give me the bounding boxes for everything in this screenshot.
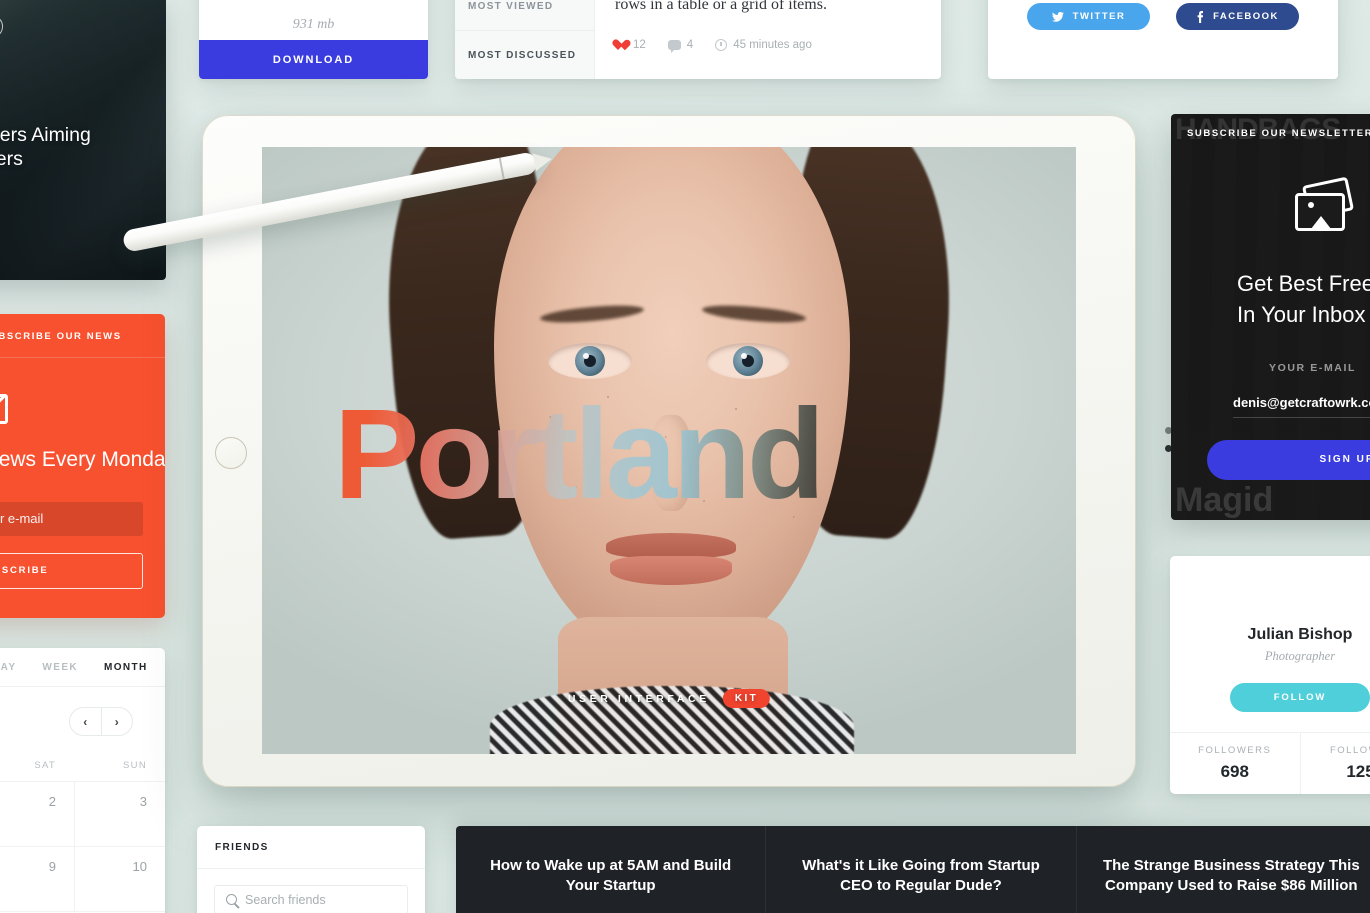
news-card-title: Get Best News Every Monday bbox=[0, 448, 165, 471]
facebook-icon bbox=[1197, 10, 1204, 23]
calendar-dow-sun: SUN bbox=[123, 760, 147, 771]
calendar-day-cell[interactable]: 10 bbox=[74, 846, 165, 911]
article-list-card: MOST VIEWED MOST DISCUSSED rows in a tab… bbox=[455, 0, 941, 79]
download-card: 931 mb DOWNLOAD bbox=[199, 0, 428, 79]
article-headline: Millions of Teachers Aiming Millionaire … bbox=[0, 124, 91, 170]
filter-most-viewed[interactable]: MOST VIEWED bbox=[455, 0, 594, 30]
profile-name: Julian Bishop bbox=[1247, 626, 1353, 643]
timestamp: 45 minutes ago bbox=[733, 39, 812, 51]
stat-followers[interactable]: FOLLOWERS 698 bbox=[1170, 733, 1300, 794]
featured-articles-strip: How to Wake up at 5AM and Build Your Sta… bbox=[456, 826, 1370, 913]
stat-following[interactable]: FOLLOWING 1256 bbox=[1299, 733, 1370, 794]
calendar-tab-day[interactable]: DAY bbox=[0, 662, 16, 673]
heart-icon bbox=[615, 40, 627, 51]
twitter-icon bbox=[1051, 11, 1064, 22]
friends-search-placeholder: Search friends bbox=[245, 892, 326, 907]
calendar-day-cell[interactable]: 2 bbox=[0, 781, 74, 846]
twitter-share-button[interactable]: TWITTER bbox=[1027, 3, 1150, 30]
kit-badge: KIT bbox=[722, 689, 771, 708]
calendar-day-cell[interactable]: 9 bbox=[0, 846, 74, 911]
signup-button[interactable]: SIGN UP bbox=[1207, 439, 1370, 480]
newsletter-title-line1: Get Best Free Images bbox=[1237, 271, 1370, 296]
comment-count: 4 bbox=[686, 39, 694, 51]
newsletter-email-input[interactable]: denis@getcraftowrk.com bbox=[1233, 388, 1370, 418]
calendar-prev-button[interactable]: ‹ bbox=[70, 708, 102, 735]
subscribe-button[interactable]: SUBSCRIBE bbox=[0, 552, 143, 589]
background-word-bottom: Magid bbox=[1175, 481, 1274, 519]
download-button[interactable]: DOWNLOAD bbox=[199, 40, 428, 79]
like-count: 12 bbox=[633, 39, 646, 51]
follow-button[interactable]: FOLLOW bbox=[1230, 683, 1370, 712]
facebook-share-button[interactable]: FACEBOOK bbox=[1176, 3, 1299, 30]
profile-role: Photographer bbox=[1264, 649, 1336, 663]
newsletter-subscribe-card: SUBSCRIBE OUR NEWS Get Best News Every M… bbox=[0, 314, 165, 618]
dashboard-canvas: MANAGEMENT Millions of Teachers Aiming M… bbox=[0, 0, 1370, 913]
friends-card: FRIENDS Search friends bbox=[197, 826, 425, 913]
calendar-range-tabs: DAY WEEK MONTH YEAR bbox=[0, 648, 165, 687]
calendar-day-headers: FRI SAT SUN bbox=[0, 760, 165, 771]
article-excerpt: rows in a table or a grid of items. bbox=[615, 0, 827, 13]
calendar-next-button[interactable]: › bbox=[102, 708, 133, 735]
clock-icon bbox=[715, 39, 728, 51]
calendar-card: DAY WEEK MONTH YEAR ‹ › FRI SAT SUN 1 2 … bbox=[0, 648, 165, 913]
comment-bubble-icon bbox=[667, 40, 681, 53]
article-filter-list: MOST VIEWED MOST DISCUSSED bbox=[455, 0, 595, 79]
tablet-screen[interactable]: Portland USER INTERFACE KIT bbox=[262, 147, 1076, 754]
calendar-nav: ‹ › bbox=[69, 707, 133, 736]
article-tile[interactable]: What's it Like Going from Startup CEO to… bbox=[766, 826, 1077, 913]
article-tile-title: The Strange Business Strategy This Compa… bbox=[1102, 857, 1360, 895]
news-card-header: SUBSCRIBE OUR NEWS bbox=[0, 314, 165, 358]
file-size-label: 931 mb bbox=[292, 17, 335, 32]
newsletter-header: SUBSCRIBE OUR NEWSLETTERS bbox=[1187, 128, 1370, 139]
article-meta-row: 12 4 45 minutes ago bbox=[615, 39, 921, 53]
images-icon bbox=[1293, 176, 1355, 235]
email-field-label: YOUR E-MAIL bbox=[1269, 361, 1357, 374]
friends-search-field[interactable]: Search friends bbox=[214, 885, 408, 913]
kit-prefix-text: USER INTERFACE bbox=[567, 692, 710, 705]
article-tile[interactable]: How to Wake up at 5AM and Build Your Sta… bbox=[456, 826, 767, 913]
calendar-day-cell[interactable]: 3 bbox=[74, 781, 165, 846]
tablet-device-mockup: Portland USER INTERFACE KIT bbox=[121, 115, 1172, 787]
news-email-input[interactable]: Your e-mail bbox=[0, 501, 143, 536]
newsletter-title-line2: In Your Inbox bbox=[1237, 302, 1366, 328]
envelope-icon bbox=[0, 394, 8, 424]
ui-kit-label: USER INTERFACE KIT bbox=[567, 689, 771, 708]
stat-followers-value: 698 bbox=[1220, 762, 1249, 781]
article-tag-badge: MANAGEMENT bbox=[0, 15, 4, 38]
social-share-card: TWITTER FACEBOOK bbox=[988, 0, 1338, 79]
calendar-dow-sat: SAT bbox=[34, 760, 56, 771]
stat-following-value: 1256 bbox=[1346, 762, 1370, 781]
tablet-home-button[interactable] bbox=[215, 437, 247, 469]
search-icon bbox=[226, 894, 237, 905]
facebook-label: FACEBOOK bbox=[1213, 11, 1279, 22]
stat-followers-label: FOLLOWERS bbox=[1198, 745, 1272, 756]
article-tile-title: How to Wake up at 5AM and Build Your Sta… bbox=[490, 857, 732, 895]
profile-stats: FOLLOWERS 698 FOLLOWING 1256 bbox=[1170, 732, 1370, 794]
calendar-tab-week[interactable]: WEEK bbox=[42, 662, 78, 673]
article-tile-title: What's it Like Going from Startup CEO to… bbox=[802, 857, 1040, 895]
user-profile-card: Julian Bishop Photographer FOLLOW FOLLOW… bbox=[1170, 556, 1370, 794]
friends-header: FRIENDS bbox=[197, 826, 425, 869]
twitter-label: TWITTER bbox=[1072, 11, 1126, 22]
free-images-newsletter-card: HANDBAGS Magid SUBSCRIBE OUR NEWSLETTERS… bbox=[1171, 114, 1370, 520]
article-tile[interactable]: The Strange Business Strategy This Compa… bbox=[1077, 826, 1370, 913]
portland-wordmark: Portland bbox=[334, 383, 825, 526]
calendar-grid: 1 2 3 8 9 10 15 16 17 bbox=[0, 781, 165, 913]
calendar-tab-month[interactable]: MONTH bbox=[104, 662, 148, 673]
filter-most-discussed[interactable]: MOST DISCUSSED bbox=[455, 30, 594, 79]
stat-following-label: FOLLOWING bbox=[1329, 745, 1370, 756]
